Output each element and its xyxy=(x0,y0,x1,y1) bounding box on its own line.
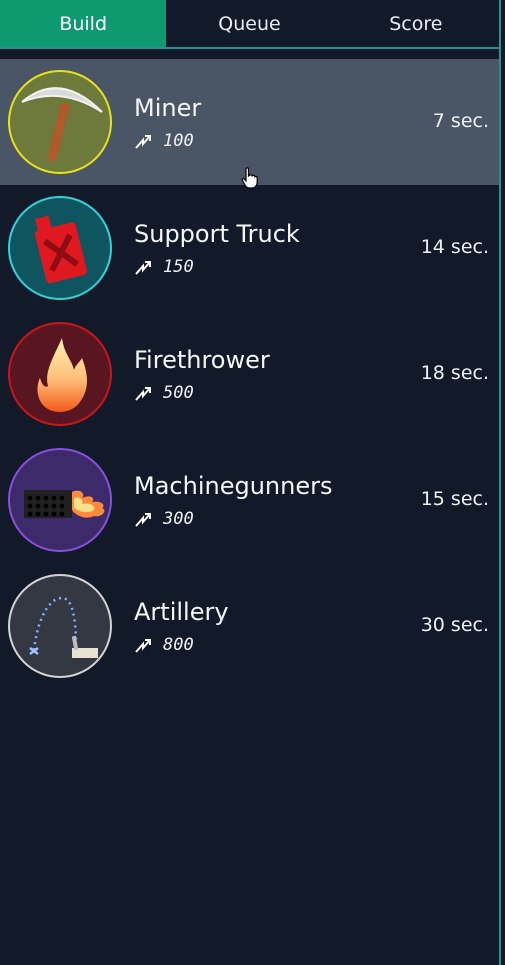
energy-icon xyxy=(135,513,151,527)
firethrower-avatar xyxy=(8,322,112,426)
miner-avatar xyxy=(8,70,112,174)
unit-cost-value: 800 xyxy=(163,635,194,655)
pickaxe-icon xyxy=(21,87,103,162)
unit-name: Miner xyxy=(134,94,202,122)
energy-icon xyxy=(135,135,151,149)
tab-bar: Build Queue Score xyxy=(0,0,499,47)
unit-build-time: 14 sec. xyxy=(420,236,489,258)
unit-item-support-truck[interactable]: Support Truck 150 14 sec. xyxy=(0,185,499,311)
machinegun-fire-icon xyxy=(24,490,105,518)
tab-build[interactable]: Build xyxy=(0,0,167,47)
energy-icon xyxy=(135,261,151,275)
unit-cost-value: 500 xyxy=(163,383,194,403)
machinegunners-avatar xyxy=(8,448,112,552)
energy-icon xyxy=(135,639,151,653)
tab-score[interactable]: Score xyxy=(333,0,499,47)
unit-item-machinegunners[interactable]: Machinegunners 300 15 sec. xyxy=(0,437,499,563)
energy-icon xyxy=(135,387,151,401)
tab-queue[interactable]: Queue xyxy=(166,0,332,47)
unit-name: Artillery xyxy=(134,598,229,626)
unit-name: Machinegunners xyxy=(134,472,333,500)
unit-item-artillery[interactable]: Artillery 800 30 sec. xyxy=(0,563,499,689)
unit-build-time: 15 sec. xyxy=(420,488,489,510)
unit-name: Support Truck xyxy=(134,220,300,248)
unit-cost: 100 xyxy=(134,131,194,151)
unit-cost-value: 150 xyxy=(163,257,194,277)
support-truck-avatar xyxy=(8,196,112,300)
panel-right-border xyxy=(499,0,501,965)
unit-cost: 300 xyxy=(134,509,194,529)
artillery-avatar xyxy=(8,574,112,678)
hand-cursor-icon xyxy=(241,167,258,189)
unit-cost: 500 xyxy=(134,383,194,403)
fuel-canister-icon xyxy=(34,215,88,284)
unit-cost-value: 300 xyxy=(163,509,194,529)
unit-list: Miner 100 7 sec. Support Truck 150 14 se… xyxy=(0,59,499,689)
unit-name: Firethrower xyxy=(134,346,270,374)
unit-build-time: 30 sec. xyxy=(420,614,489,636)
unit-item-firethrower[interactable]: Firethrower 500 18 sec. xyxy=(0,311,499,437)
flame-icon xyxy=(37,338,87,412)
unit-build-time: 18 sec. xyxy=(420,362,489,384)
unit-build-time: 7 sec. xyxy=(432,110,489,132)
unit-cost: 150 xyxy=(134,257,194,277)
unit-cost: 800 xyxy=(134,635,194,655)
unit-cost-value: 100 xyxy=(163,131,194,151)
tab-bar-divider xyxy=(0,47,499,49)
artillery-arc-icon xyxy=(29,596,98,658)
